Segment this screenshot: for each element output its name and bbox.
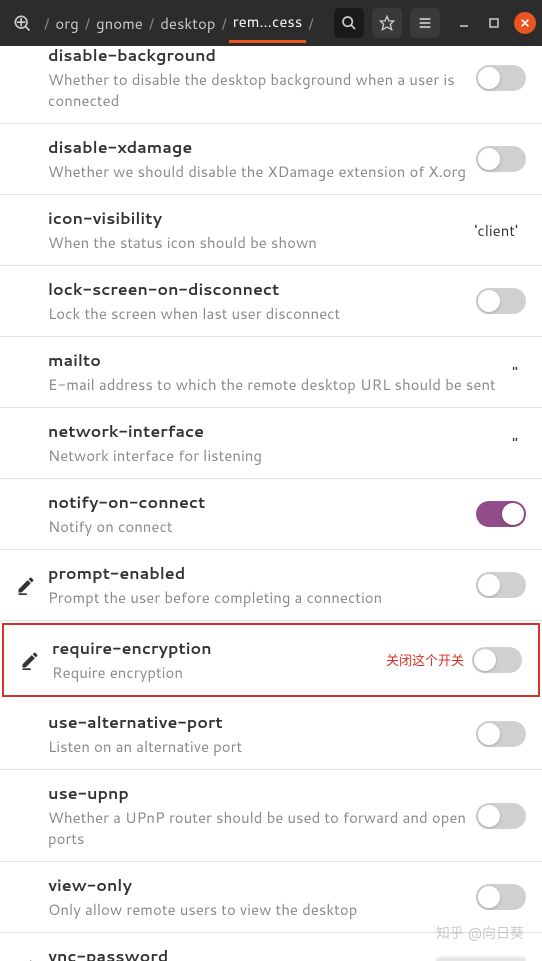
toggle-use-alternative-port[interactable] [476,721,526,747]
setting-title: icon-visibility [48,207,452,230]
setting-text: vnc-passwordPassword required for "vnc" … [44,945,436,961]
toggle-lock-screen-on-disconnect[interactable] [476,288,526,314]
maximize-button[interactable] [484,13,504,33]
setting-text: use-upnpWhether a UPnP router should be … [44,782,476,849]
window-controls [454,12,536,34]
setting-description: Lock the screen when last user disconnec… [48,303,472,324]
setting-value: '' [506,433,526,454]
setting-text: disable-xdamageWhether we should disable… [44,136,476,182]
setting-title: view-only [48,874,472,897]
breadcrumb-sep: / [44,13,49,34]
setting-text: lock-screen-on-disconnectLock the screen… [44,278,476,324]
toggle-view-only[interactable] [476,884,526,910]
breadcrumb-org[interactable]: org [51,5,82,42]
blurred-value [436,957,526,961]
setting-text: disable-backgroundWhether to disable the… [44,46,476,111]
edit-icon [8,575,44,595]
breadcrumb-desktop[interactable]: desktop [156,5,219,42]
breadcrumb-sep: / [149,13,154,34]
setting-value: '' [506,362,526,383]
setting-row-prompt-enabled[interactable]: prompt-enabledPrompt the user before com… [0,550,542,621]
settings-list[interactable]: disable-backgroundWhether to disable the… [0,46,542,961]
menu-button[interactable] [410,8,440,38]
annotation-label: 关闭这个开关 [378,650,472,670]
setting-description: Whether we should disable the XDamage ex… [48,161,472,182]
setting-row-disable-background[interactable]: disable-backgroundWhether to disable the… [0,46,542,124]
titlebar: / org / gnome / desktop / rem…cess / [0,0,542,46]
setting-description: When the status icon should be shown [48,232,452,253]
watermark: 知乎 @向日葵 [436,923,524,943]
setting-value: 'client' [456,220,526,241]
toggle-use-upnp[interactable] [476,803,526,829]
breadcrumb-sep: / [85,13,90,34]
minimize-button[interactable] [454,13,474,33]
setting-description: Network interface for listening [48,445,502,466]
setting-title: mailto [48,349,502,372]
setting-row-use-upnp[interactable]: use-upnpWhether a UPnP router should be … [0,770,542,862]
breadcrumb-sep: / [308,13,313,34]
setting-description: Prompt the user before completing a conn… [48,587,472,608]
setting-title: network-interface [48,420,502,443]
toggle-notify-on-connect[interactable] [476,501,526,527]
breadcrumb-gnome[interactable]: gnome [92,5,147,42]
setting-title: notify-on-connect [48,491,472,514]
toggle-disable-background[interactable] [476,65,526,91]
edit-icon [12,650,48,670]
setting-description: Require encryption [52,662,374,683]
setting-row-lock-screen-on-disconnect[interactable]: lock-screen-on-disconnectLock the screen… [0,266,542,337]
toggle-disable-xdamage[interactable] [476,146,526,172]
search-button[interactable] [334,8,364,38]
setting-description: Only allow remote users to view the desk… [48,899,472,920]
app-icon [10,11,34,35]
setting-text: require-encryptionRequire encryption [48,637,378,683]
close-button[interactable] [514,12,536,34]
setting-description: Whether a UPnP router should be used to … [48,807,472,849]
toggle-prompt-enabled[interactable] [476,572,526,598]
setting-row-notify-on-connect[interactable]: notify-on-connectNotify on connect [0,479,542,550]
setting-title: require-encryption [52,637,374,660]
setting-text: notify-on-connectNotify on connect [44,491,476,537]
setting-row-icon-visibility[interactable]: icon-visibilityWhen the status icon shou… [0,195,542,266]
setting-row-mailto[interactable]: mailtoE-mail address to which the remote… [0,337,542,408]
setting-title: disable-background [48,46,472,67]
setting-title: prompt-enabled [48,562,472,585]
setting-description: Notify on connect [48,516,472,537]
setting-row-network-interface[interactable]: network-interfaceNetwork interface for l… [0,408,542,479]
setting-description: Listen on an alternative port [48,736,472,757]
setting-text: prompt-enabledPrompt the user before com… [44,562,476,608]
breadcrumb-remote-access[interactable]: rem…cess [229,3,307,43]
setting-row-require-encryption[interactable]: require-encryptionRequire encryption关闭这个… [2,623,540,697]
setting-title: disable-xdamage [48,136,472,159]
breadcrumb-sep: / [221,13,226,34]
bookmark-button[interactable] [372,8,402,38]
breadcrumb: / org / gnome / desktop / rem…cess / [42,3,328,43]
setting-text: view-onlyOnly allow remote users to view… [44,874,476,920]
setting-description: Whether to disable the desktop backgroun… [48,69,472,111]
setting-title: vnc-password [48,945,432,961]
setting-title: use-alternative-port [48,711,472,734]
setting-title: use-upnp [48,782,472,805]
toggle-require-encryption[interactable] [472,647,522,673]
setting-text: network-interfaceNetwork interface for l… [44,420,506,466]
setting-title: lock-screen-on-disconnect [48,278,472,301]
setting-text: use-alternative-portListen on an alterna… [44,711,476,757]
setting-description: E-mail address to which the remote deskt… [48,374,502,395]
setting-text: icon-visibilityWhen the status icon shou… [44,207,456,253]
setting-row-use-alternative-port[interactable]: use-alternative-portListen on an alterna… [0,699,542,770]
setting-text: mailtoE-mail address to which the remote… [44,349,506,395]
setting-row-disable-xdamage[interactable]: disable-xdamageWhether we should disable… [0,124,542,195]
